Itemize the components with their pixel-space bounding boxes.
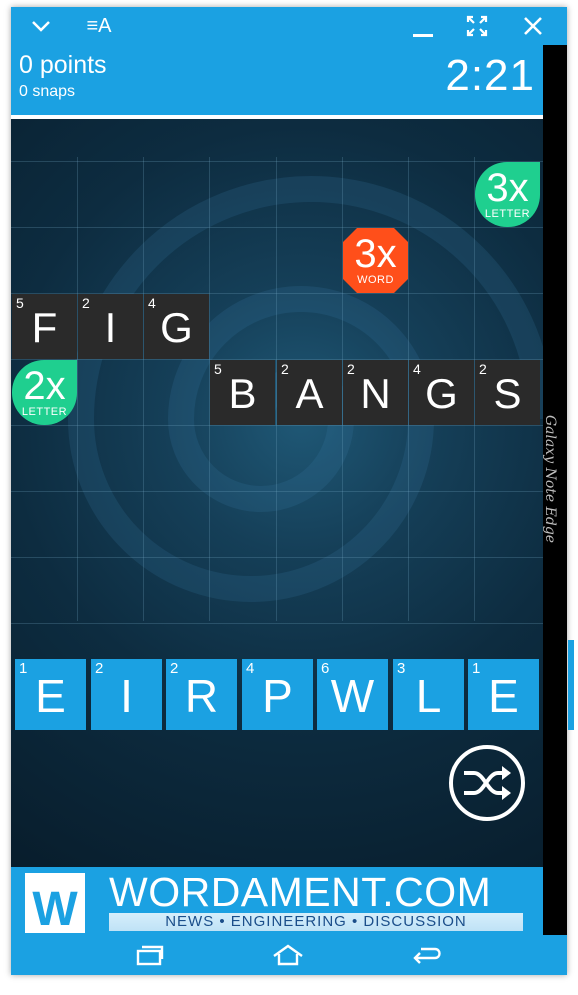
banner-title: WORDAMENT.COM <box>109 869 492 915</box>
grid-line <box>11 557 543 558</box>
home-icon[interactable] <box>258 935 318 975</box>
banner-subtitle: NEWS • ENGINEERING • DISCUSSION <box>109 913 523 931</box>
bonus-type: LETTER <box>484 208 531 220</box>
rack-tile[interactable]: 3 L <box>393 659 464 730</box>
score-header: 0 points 0 snaps 2:21 <box>11 45 543 115</box>
close-icon[interactable] <box>513 7 553 45</box>
tile-letter: G <box>160 304 193 351</box>
rack-tile[interactable]: 1 E <box>15 659 86 730</box>
rack-tile[interactable]: 4 P <box>242 659 313 730</box>
text-size-icon[interactable]: ≡A <box>79 7 119 45</box>
bonus-2x-letter: 2x LETTER <box>12 360 77 425</box>
board-tile: 4 G <box>409 360 474 425</box>
bonus-value: 3x <box>486 166 529 210</box>
tile-letter: A <box>295 370 324 417</box>
board-tile: 5 B <box>210 360 275 425</box>
tile-letter: I <box>104 304 117 351</box>
grid-line <box>11 623 543 624</box>
tile-letter: W <box>330 670 375 722</box>
game-area: 3x LETTER 3x WORD 2x LETTER 5 F 2 I 4 G … <box>11 119 543 867</box>
app-window: ≡A 0 points 0 snaps 2:21 3x LETTER 3x WO… <box>11 7 567 975</box>
text-size-label: ≡A <box>86 14 112 37</box>
recent-apps-icon[interactable] <box>119 935 179 975</box>
rack-tile[interactable]: 2 I <box>91 659 162 730</box>
wordament-banner[interactable]: W WORDAMENT.COM NEWS • ENGINEERING • DIS… <box>11 867 543 935</box>
collapse-chevron-icon[interactable] <box>21 7 61 45</box>
bonus-value: 2x <box>23 364 66 408</box>
rack-tile[interactable]: 6 W <box>317 659 388 730</box>
bonus-3x-word: 3x WORD <box>343 228 408 293</box>
tile-letter: N <box>360 370 391 417</box>
board-tile: 2 N <box>343 360 408 425</box>
points-label: 0 points <box>19 51 107 79</box>
tile-letter: G <box>425 370 458 417</box>
tile-letter: I <box>120 670 133 722</box>
tile-letter: S <box>493 370 522 417</box>
shuffle-button[interactable] <box>449 745 525 821</box>
bonus-value: 3x <box>354 232 397 276</box>
tile-letter: E <box>35 670 66 722</box>
tile-letter: F <box>31 304 58 351</box>
fullscreen-icon[interactable] <box>457 7 497 45</box>
device-label: Galaxy Note Edge <box>542 415 558 544</box>
board-tile: 2 I <box>78 294 143 359</box>
rack-tile[interactable]: 2 R <box>166 659 237 730</box>
grid-line <box>11 491 543 492</box>
navigation-bar <box>11 935 567 975</box>
tile-letter: B <box>228 370 257 417</box>
tile-letter: P <box>262 670 293 722</box>
board-tile: 5 F <box>12 294 77 359</box>
wordament-logo: W <box>25 873 85 933</box>
board-tile: 2 S <box>475 360 540 425</box>
bonus-3x-letter: 3x LETTER <box>475 162 540 227</box>
snaps-label: 0 snaps <box>19 83 76 100</box>
bonus-type: LETTER <box>21 406 68 418</box>
board-tile: 4 G <box>144 294 209 359</box>
bonus-type: WORD <box>357 274 394 286</box>
title-bar: ≡A <box>11 7 567 45</box>
tile-letter: L <box>415 670 442 722</box>
back-icon[interactable] <box>397 935 457 975</box>
grid-line <box>11 161 543 162</box>
minimize-icon[interactable] <box>403 7 443 45</box>
edge-strip <box>568 640 574 730</box>
grid-line <box>11 227 543 228</box>
tile-letter: R <box>184 670 219 722</box>
timer: 2:21 <box>445 51 535 100</box>
tile-letter: E <box>488 670 519 722</box>
rack-tile[interactable]: 1 E <box>468 659 539 730</box>
board-tile: 2 A <box>277 360 342 425</box>
shuffle-icon <box>464 766 511 800</box>
grid-line <box>11 425 543 426</box>
